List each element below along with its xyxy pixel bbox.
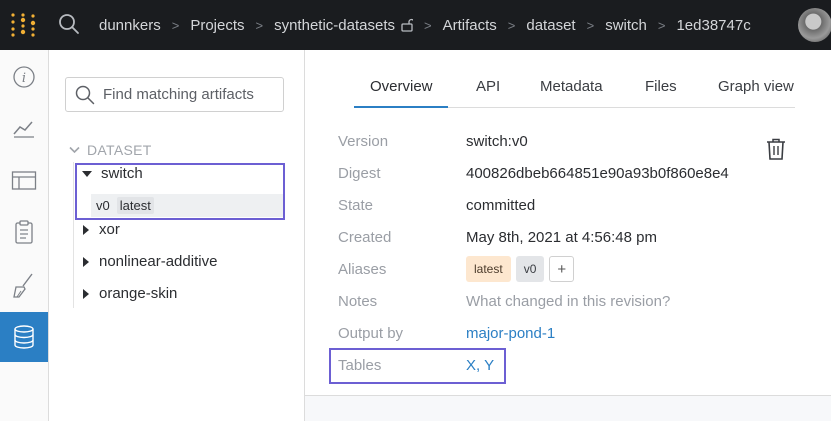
breadcrumb-separator: >: [171, 17, 180, 33]
artifact-item-orange-skin[interactable]: orange-skin: [82, 285, 177, 302]
alias-tag-v0[interactable]: v0: [515, 256, 545, 282]
breadcrumb-version[interactable]: 1ed38747c: [676, 17, 750, 34]
artifact-detail-pane: Overview API Metadata Files Graph view V…: [305, 50, 831, 421]
alias-tag-list: latest v0 +: [466, 256, 575, 282]
artifact-item-xor[interactable]: xor: [82, 221, 120, 238]
breadcrumb-project[interactable]: synthetic-datasets: [274, 17, 395, 34]
breadcrumb-separator: >: [255, 17, 264, 33]
top-navigation-bar: dunnkers > Projects > synthetic-datasets…: [0, 0, 831, 50]
state-value: committed: [466, 197, 536, 214]
field-label: Output by: [338, 325, 404, 342]
chevron-down-icon: [69, 146, 80, 154]
breadcrumb-separator: >: [657, 17, 666, 33]
artifact-item-nonlinear-additive[interactable]: nonlinear-additive: [82, 253, 217, 270]
tab-bar: Overview API Metadata Files Graph view: [305, 50, 831, 109]
database-icon: [14, 325, 34, 349]
chart-icon: [13, 121, 34, 138]
breadcrumb-artifact-type[interactable]: dataset: [526, 17, 575, 34]
field-label: Version: [338, 133, 389, 150]
tree-guide-line: [73, 162, 74, 308]
add-alias-button[interactable]: +: [549, 256, 575, 282]
digest-value: 400826dbeb664851e90a93b0f860e8e4: [466, 165, 729, 182]
artifact-item-label: orange-skin: [99, 285, 178, 302]
created-value: May 8th, 2021 at 4:56:48 pm: [466, 229, 657, 246]
project-sidebar: i: [0, 50, 49, 421]
field-label: Notes: [338, 293, 378, 310]
artifacts-panel: DATASET switch v0 latest xor nonlinear-a…: [49, 50, 305, 421]
search-icon: [75, 85, 95, 104]
highlight-box-switch: [75, 163, 285, 220]
artifact-item-label: nonlinear-additive: [99, 253, 218, 270]
sidebar-item-table[interactable]: [0, 156, 48, 206]
sidebar-item-artifacts[interactable]: [0, 312, 48, 362]
lock-icon[interactable]: [401, 18, 413, 32]
field-label: Aliases: [338, 261, 387, 278]
notes-input[interactable]: What changed in this revision?: [466, 293, 670, 310]
field-label: Digest: [338, 165, 381, 182]
tab-api[interactable]: API: [476, 78, 500, 95]
breadcrumb-separator: >: [586, 17, 595, 33]
artifact-type-group[interactable]: DATASET: [69, 142, 152, 158]
breadcrumb-artifacts[interactable]: Artifacts: [443, 17, 497, 34]
tab-graph-view[interactable]: Graph view: [718, 78, 794, 95]
caret-right-icon: [83, 256, 89, 267]
highlight-box-tables: [329, 348, 506, 384]
tab-overview[interactable]: Overview: [370, 78, 433, 95]
report-icon: [15, 220, 33, 244]
delete-trash-icon[interactable]: [765, 137, 787, 161]
tab-metadata[interactable]: Metadata: [540, 78, 603, 95]
info-icon: i: [13, 66, 35, 88]
breadcrumb-separator: >: [507, 17, 516, 33]
tab-files[interactable]: Files: [645, 78, 677, 95]
caret-right-icon: [83, 288, 89, 299]
breadcrumb-entity[interactable]: dunnkers: [99, 17, 161, 34]
sidebar-item-overview[interactable]: i: [0, 52, 48, 102]
sidebar-item-reports[interactable]: [0, 207, 48, 257]
artifact-search-input[interactable]: [103, 86, 283, 103]
field-label: State: [338, 197, 374, 214]
version-value: switch:v0: [466, 133, 528, 150]
caret-right-icon: [83, 224, 89, 235]
svg-text:i: i: [22, 71, 26, 86]
user-avatar[interactable]: [798, 8, 831, 42]
breadcrumb-separator: >: [424, 17, 432, 33]
search-icon[interactable]: [58, 13, 80, 35]
alias-tag-latest[interactable]: latest: [466, 256, 511, 282]
breadcrumb: dunnkers > Projects > synthetic-datasets…: [99, 15, 751, 35]
output-run-link[interactable]: major-pond-1: [466, 325, 555, 342]
table-icon: [11, 171, 37, 190]
breadcrumb-projects[interactable]: Projects: [190, 17, 244, 34]
sidebar-item-sweeps[interactable]: [0, 260, 48, 310]
artifact-type-label: DATASET: [87, 142, 152, 158]
sweep-brush-icon: [13, 273, 33, 298]
artifact-search-box[interactable]: [65, 77, 284, 112]
sidebar-item-charts[interactable]: [0, 103, 48, 153]
wandb-logo-icon[interactable]: [10, 12, 36, 38]
breadcrumb-artifact[interactable]: switch: [605, 17, 647, 34]
field-label: Created: [338, 229, 392, 246]
artifact-item-label: xor: [99, 221, 120, 238]
